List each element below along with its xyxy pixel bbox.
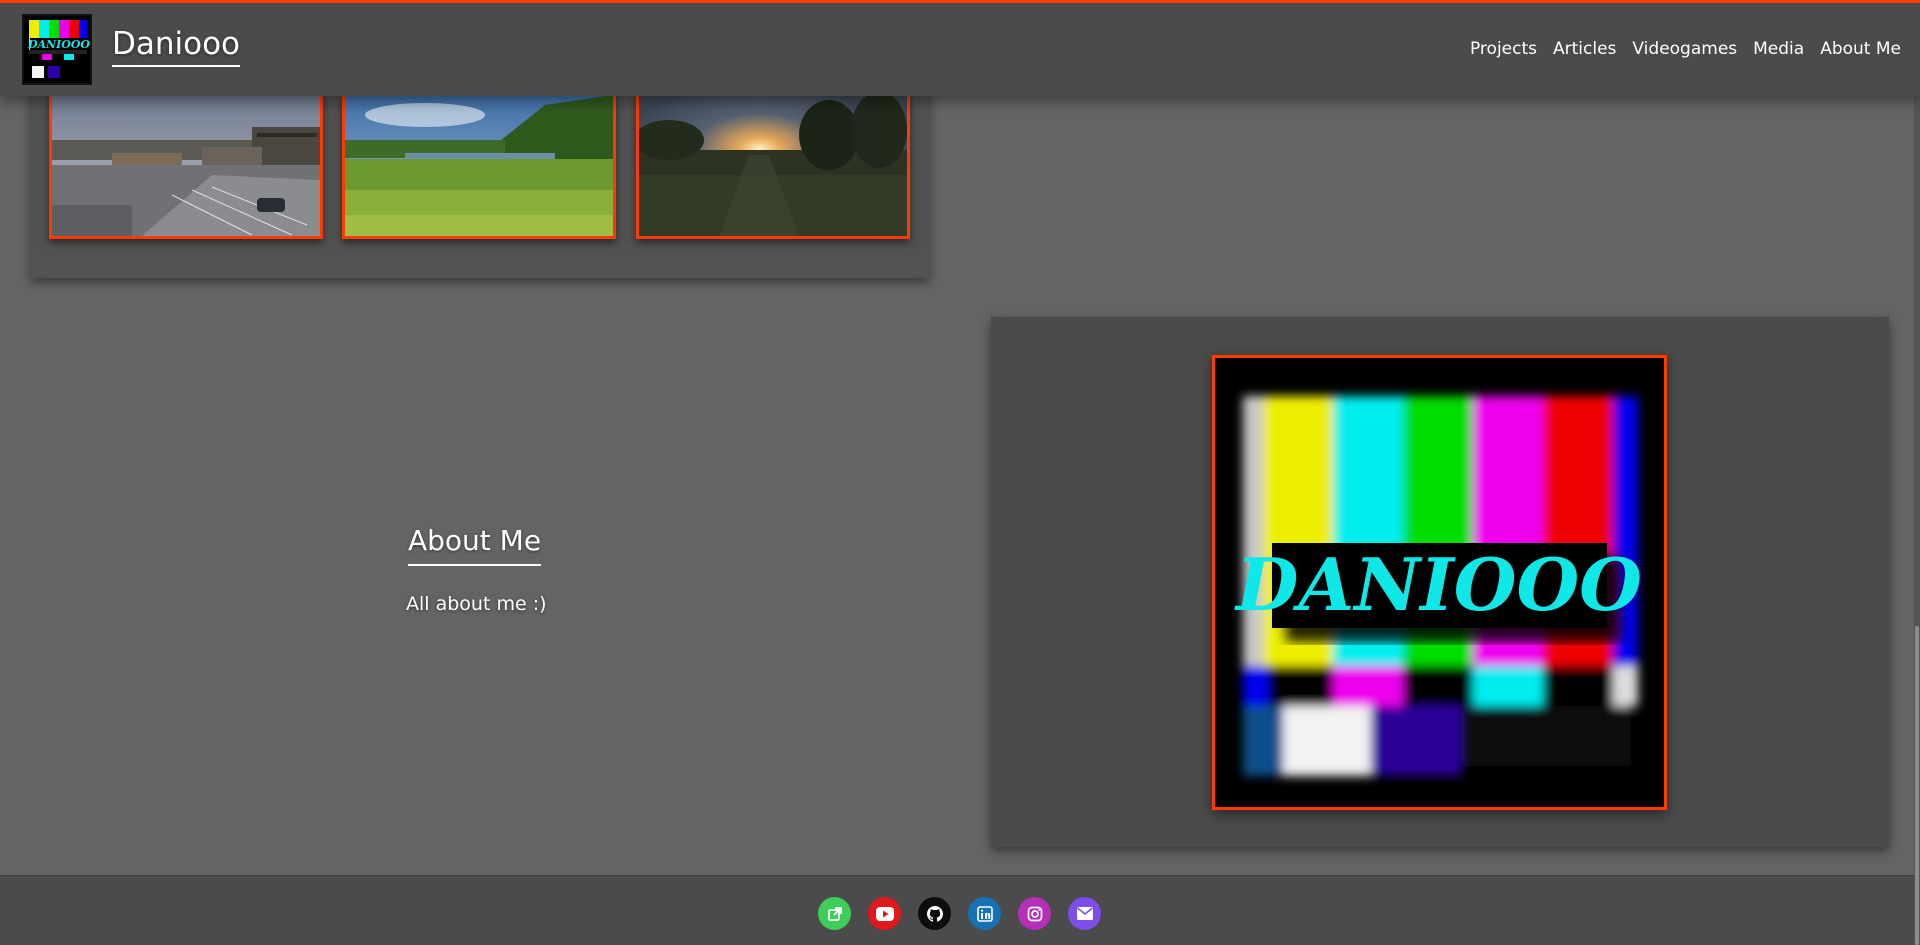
instagram-icon <box>1027 906 1042 921</box>
linkedin-icon <box>976 905 993 922</box>
instagram-button[interactable] <box>1018 897 1051 930</box>
lake-meadow-photo <box>345 95 613 236</box>
page-scrollbar-thumb[interactable] <box>1915 626 1919 945</box>
about-me-heading: About Me <box>408 522 542 566</box>
nav-link-videogames[interactable]: Videogames <box>1632 39 1737 59</box>
email-button[interactable] <box>1068 897 1101 930</box>
main-nav: Projects Articles Videogames Media About… <box>1470 39 1901 59</box>
tv-test-pattern-logo: DANIOOO <box>24 16 90 83</box>
gallery-photo-lake[interactable] <box>342 92 616 239</box>
about-me-subtitle: All about me :) <box>406 593 547 615</box>
town-parking-lot-photo <box>52 95 320 236</box>
youtube-button[interactable] <box>868 897 901 930</box>
youtube-icon <box>875 906 894 921</box>
gallery-photo-sunset[interactable] <box>636 92 910 239</box>
linkedin-button[interactable] <box>968 897 1001 930</box>
about-logo-image: DANIOOO <box>1212 355 1667 810</box>
nav-link-projects[interactable]: Projects <box>1470 39 1537 59</box>
site-footer <box>0 875 1920 945</box>
nav-link-about-me[interactable]: About Me <box>1820 39 1901 59</box>
gallery-photo-town[interactable] <box>49 92 323 239</box>
external-link-icon <box>827 906 842 921</box>
site-logo[interactable]: DANIOOO <box>22 14 92 85</box>
email-icon <box>1076 907 1093 920</box>
site-title[interactable]: Daniooo <box>112 25 241 67</box>
logo-wordmark: DANIOOO <box>1234 542 1642 627</box>
external-link-button[interactable] <box>818 897 851 930</box>
nav-link-media[interactable]: Media <box>1753 39 1804 59</box>
site-header: DANIOOO Daniooo Projects Articles Videog… <box>0 0 1920 96</box>
sunset-forest-photo <box>639 95 907 236</box>
tv-test-pattern-logo-large: DANIOOO <box>1215 358 1664 807</box>
nav-link-articles[interactable]: Articles <box>1553 39 1616 59</box>
github-icon <box>926 905 943 922</box>
svg-text:DANIOOO: DANIOOO <box>27 38 90 51</box>
github-button[interactable] <box>918 897 951 930</box>
